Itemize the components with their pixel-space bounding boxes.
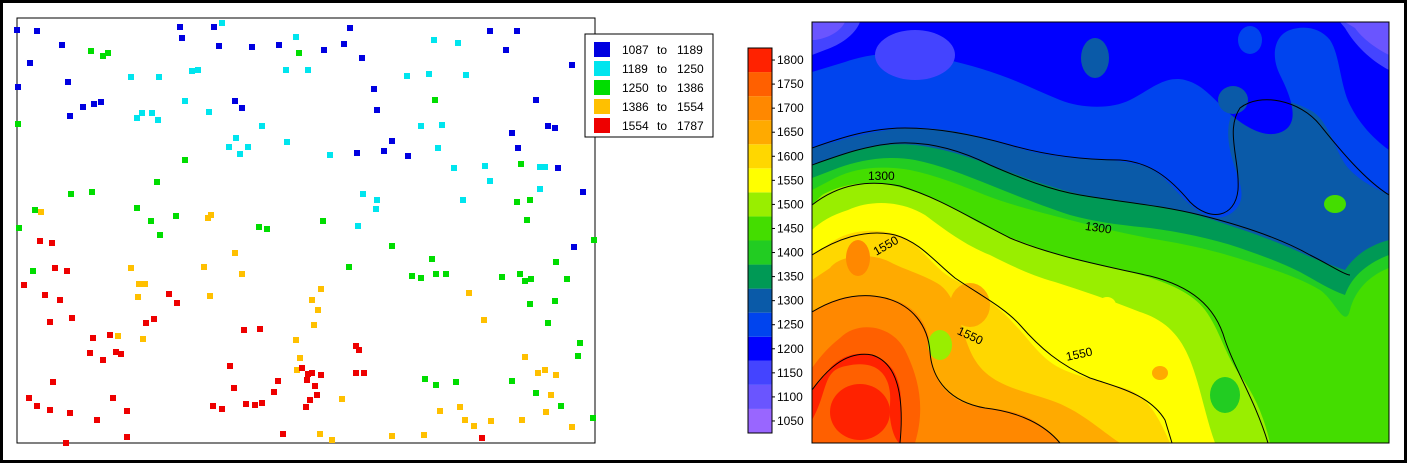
colorbar-segment xyxy=(748,288,772,313)
contour-patch-mid-1 xyxy=(1098,297,1116,313)
colorbar: 1050 1100 1150 1200 1250 1300 1350 1400 1450 1500… xyxy=(747,47,804,434)
colorbar-segment xyxy=(748,264,772,289)
colorbar-tick-label: 1500 xyxy=(777,197,804,211)
contour-patch-high-3 xyxy=(950,283,990,327)
contour-patch-low-3 xyxy=(1238,26,1262,54)
colorbar-tick-label: 1350 xyxy=(777,270,804,284)
contour-patch-mid-3 xyxy=(1324,195,1346,213)
colorbar-tick-label: 1450 xyxy=(777,221,804,235)
colorbar-segment xyxy=(748,48,772,73)
colorbar-tick-label: 1550 xyxy=(777,173,804,187)
colorbar-segment xyxy=(748,120,772,145)
colorbar-segment xyxy=(748,360,772,385)
colorbar-segment xyxy=(748,192,772,217)
colorbar-segment xyxy=(748,312,772,337)
colorbar-tick-label: 1250 xyxy=(777,318,804,332)
colorbar-tick-label: 1600 xyxy=(777,149,804,163)
contour-patch-mid-4 xyxy=(1210,377,1240,413)
colorbar-segment xyxy=(748,96,772,121)
colorbar-tick-label: 1100 xyxy=(777,390,803,404)
contour-label: 1300 xyxy=(868,169,895,183)
contour-patch-mid-2 xyxy=(1152,366,1168,380)
contour-patch-mid-5 xyxy=(928,330,952,360)
contour-patch-low-2 xyxy=(1218,86,1248,114)
colorbar-segment xyxy=(748,144,772,169)
colorbar-tick-label: 1200 xyxy=(777,342,804,356)
colorbar-segment xyxy=(748,72,772,97)
colorbar-tick-label: 1750 xyxy=(777,77,804,91)
contour-patch-low-4 xyxy=(875,30,955,80)
contour-patch-high-2 xyxy=(846,240,870,276)
colorbar-segment xyxy=(748,240,772,265)
colorbar-segment xyxy=(748,384,772,409)
colorbar-tick-label: 1150 xyxy=(777,366,803,380)
colorbar-tick-label: 1400 xyxy=(777,246,804,260)
colorbar-segment xyxy=(748,408,772,433)
colorbar-segment xyxy=(748,336,772,361)
colorbar-tick-label: 1700 xyxy=(777,101,804,115)
colorbar-tick-label: 1800 xyxy=(777,53,804,67)
colorbar-tick-label: 1050 xyxy=(777,414,804,428)
contour-patch-high-1 xyxy=(830,384,890,440)
contour-chart: 1300 1550 1300 1550 1550 105011001150120… xyxy=(747,21,1390,444)
colorbar-segment xyxy=(748,168,772,193)
contour-patch-low-1 xyxy=(1081,38,1109,78)
colorbar-segment xyxy=(748,216,772,241)
colorbar-tick-label: 1650 xyxy=(777,125,804,139)
colorbar-tick-label: 1300 xyxy=(777,294,804,308)
